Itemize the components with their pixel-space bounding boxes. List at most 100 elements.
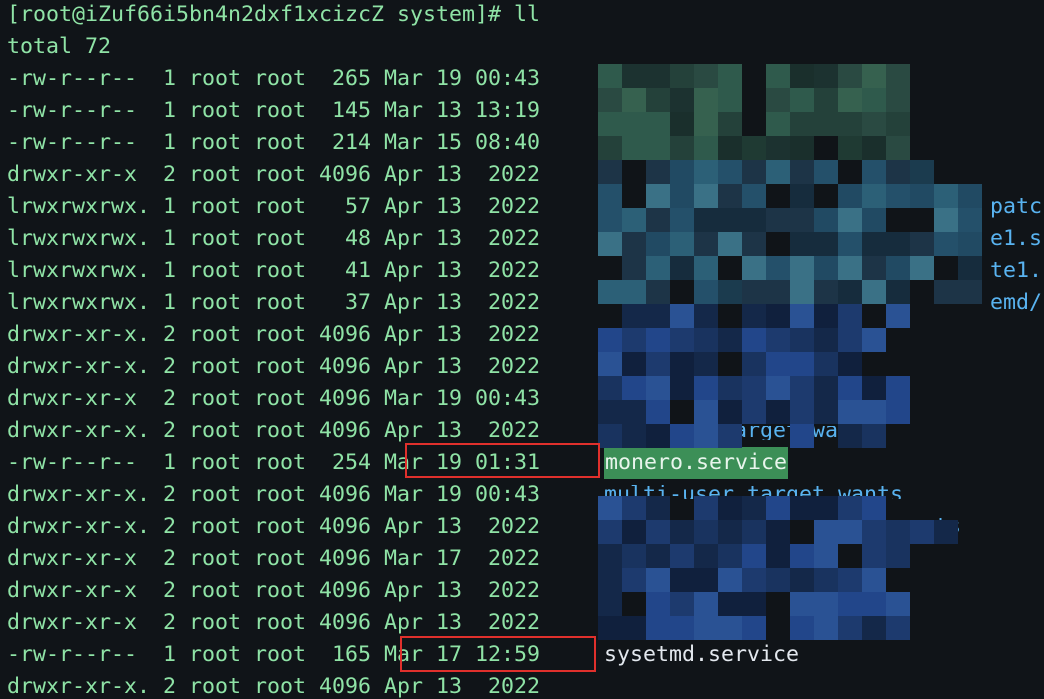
redaction-pixel [622,568,646,592]
redaction-pixel [670,568,694,592]
redaction-pixel [814,568,838,592]
redaction-pixel [742,232,766,256]
redaction-pixel [622,112,646,136]
redaction-pixel [694,232,718,256]
redaction-pixel [646,280,670,304]
redaction-pixel [694,568,718,592]
redaction-pixel [886,112,910,136]
redaction-pixel [790,616,814,640]
redaction-pixel [790,592,814,616]
redaction-pixel [622,136,646,160]
redaction-pixel [694,520,718,544]
redaction-pixel [790,160,814,184]
redaction-pixel [694,112,718,136]
redaction-pixel [790,280,814,304]
redaction-pixel [862,256,886,280]
redaction-pixel [718,280,742,304]
redaction-pixel [670,376,694,400]
redaction-pixel [646,400,670,424]
redaction-pixel [646,160,670,184]
redaction-pixel [694,184,718,208]
redaction-pixel [622,424,646,448]
redaction-pixel [742,496,766,520]
redaction-pixel [694,304,718,328]
redaction-pixel [622,496,646,520]
redaction-pixel [742,136,766,160]
redaction-pixel [622,208,646,232]
red-highlight-box [400,636,596,672]
redaction-pixel [742,544,766,568]
redaction-pixel [886,400,910,424]
redaction-pixel [694,88,718,112]
redaction-pixel [622,280,646,304]
redaction-pixel [838,592,862,616]
redaction-pixel [694,424,718,448]
redaction-pixel [934,208,958,232]
redaction-pixel [646,424,670,448]
redaction-pixel [670,64,694,88]
redaction-pixel [694,544,718,568]
red-highlight-box [405,443,600,478]
redaction-pixel [790,352,814,376]
redaction-pixel [718,184,742,208]
redaction-pixel [838,376,862,400]
redaction-pixel [718,232,742,256]
redaction-pixel [718,544,742,568]
redaction-pixel [694,376,718,400]
redaction-pixel [814,376,838,400]
redaction-pixel [958,232,982,256]
redaction-pixel [838,280,862,304]
redaction-pixel [718,136,742,160]
redaction-pixel [646,136,670,160]
redaction-pixel [766,256,790,280]
redaction-pixel [934,520,958,544]
redaction-pixel [718,64,742,88]
redaction-pixel [934,184,958,208]
redaction-pixel [910,256,934,280]
redaction-pixel [886,592,910,616]
redaction-pixel [862,568,886,592]
listing-row: -rw-r--r-- 1 root root 265 Mar 19 00:43 [7,66,541,91]
redaction-pixel [862,232,886,256]
redaction-pixel [694,496,718,520]
redaction-pixel [598,544,622,568]
redaction-pixel [862,112,886,136]
redaction-pixel [646,208,670,232]
redaction-pixel [646,184,670,208]
redaction-pixel [862,328,886,352]
redaction-pixel [622,88,646,112]
redaction-pixel [838,568,862,592]
terminal-window[interactable]: [root@iZuf66i5bn4n2dxf1xcizcZ system]# l… [0,0,1044,699]
redaction-pixel [934,232,958,256]
redaction-pixel [886,616,910,640]
redaction-pixel [742,592,766,616]
redaction-pixel [718,112,742,136]
redaction-pixel [694,616,718,640]
redaction-pixel [814,64,838,88]
redaction-pixel [670,232,694,256]
redaction-pixel [862,184,886,208]
listing-row: drwxr-xr-x. 2 root root 4096 Apr 13 2022 [7,674,541,699]
redaction-pixel [814,112,838,136]
redaction-pixel [862,616,886,640]
redaction-pixel [598,232,622,256]
redaction-pixel [718,424,742,448]
listing-row: drwxr-xr-x. 2 root root 4096 Apr 13 2022 [7,322,541,347]
listing-row: -rw-r--r-- 1 root root 214 Mar 15 08:40 [7,130,541,155]
redaction-pixel [766,88,790,112]
redaction-pixel [670,88,694,112]
redaction-pixel [646,520,670,544]
redaction-pixel [670,616,694,640]
redaction-pixel [742,568,766,592]
redaction-pixel [814,520,838,544]
redaction-pixel [910,232,934,256]
redaction-pixel [646,544,670,568]
redaction-pixel [742,352,766,376]
redaction-pixel [598,616,622,640]
redaction-pixel [886,544,910,568]
redaction-pixel [598,592,622,616]
redaction-pixel [598,136,622,160]
redaction-pixel [862,64,886,88]
redaction-pixel [838,496,862,520]
redaction-pixel [766,520,790,544]
